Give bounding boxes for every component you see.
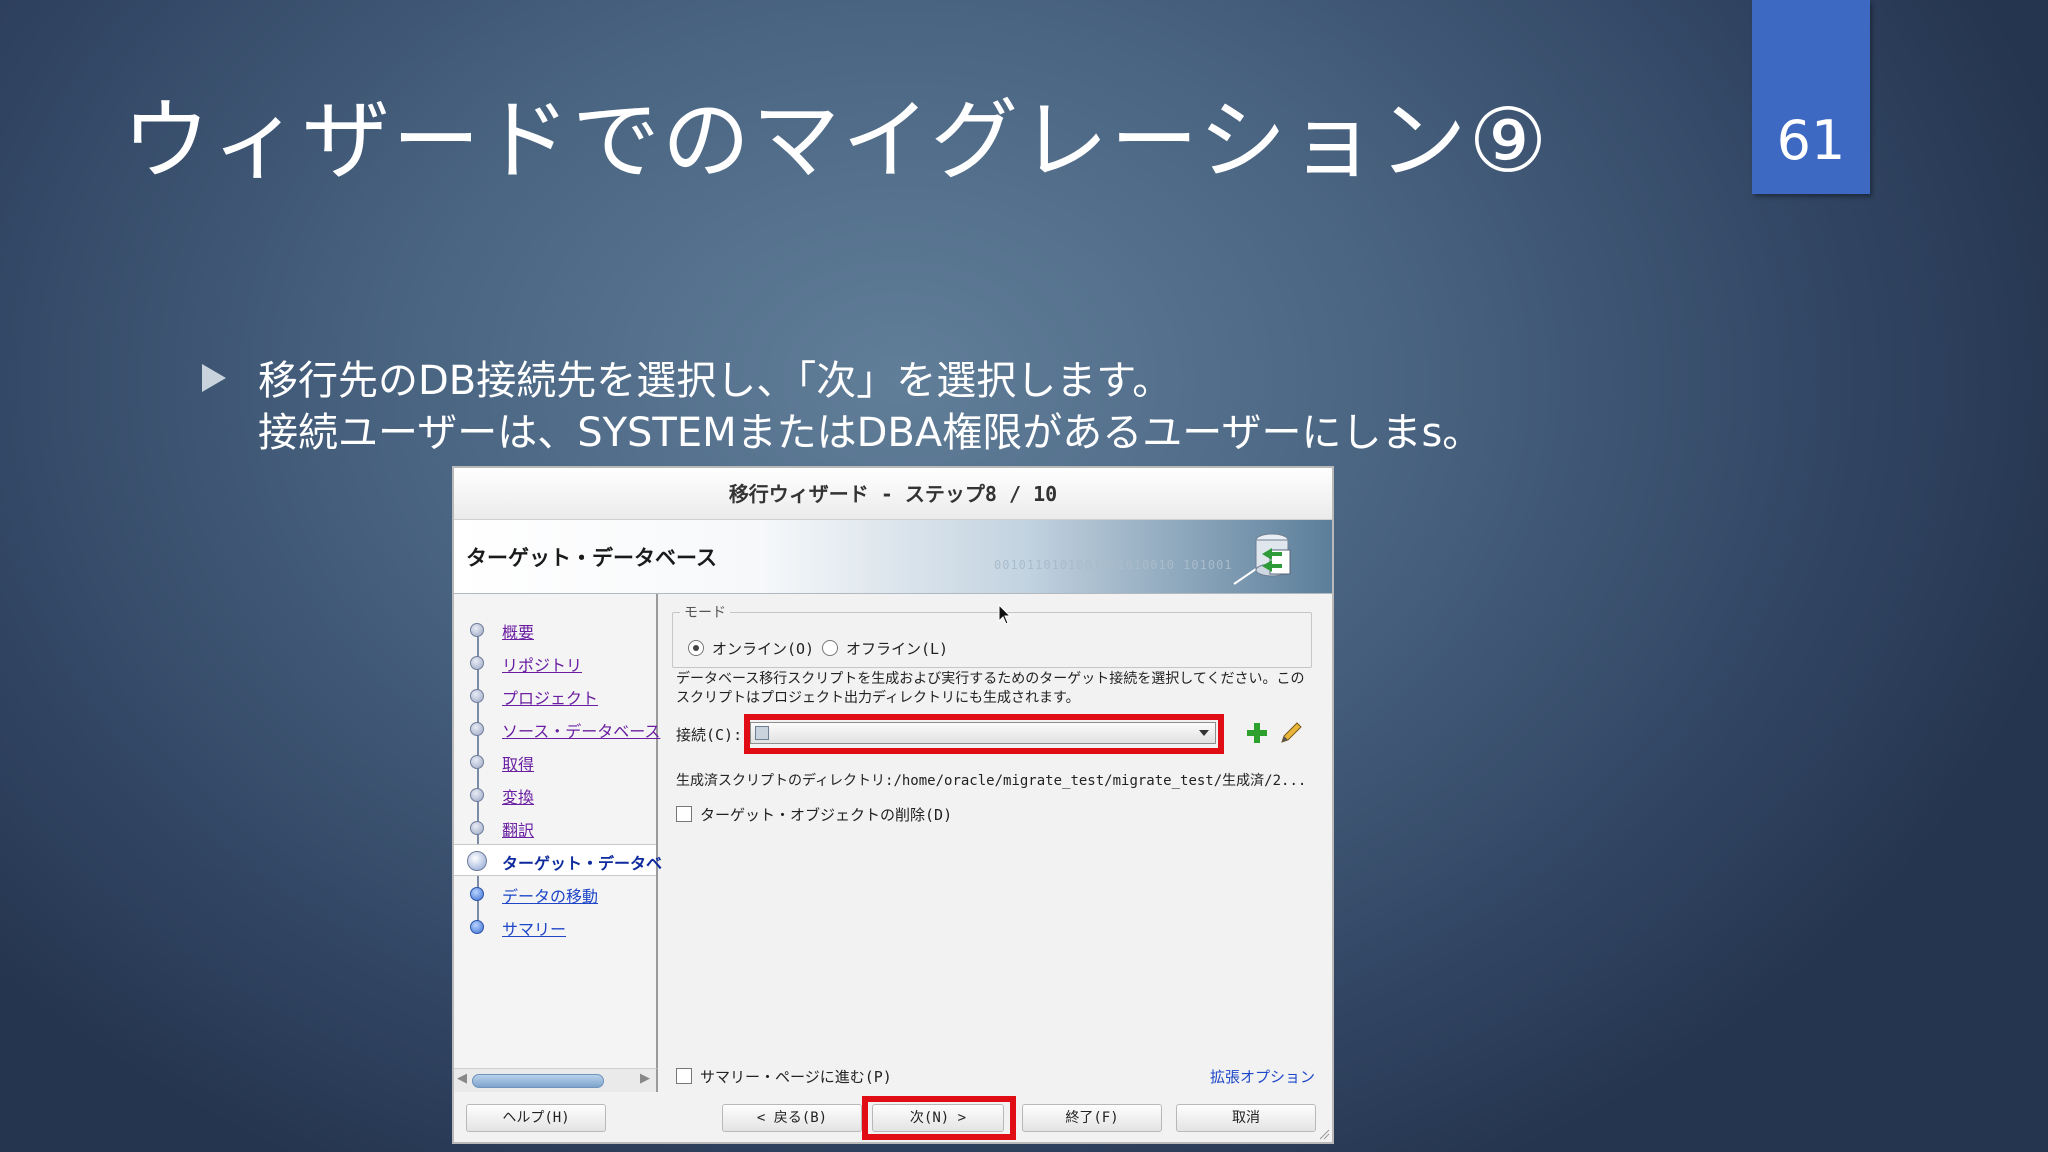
nav-item-overview[interactable]: 概要: [454, 614, 656, 646]
step-node-icon: [470, 656, 484, 670]
header-band: ターゲット・データベース 0010110101001011010010 1010…: [454, 520, 1332, 594]
nav-item-label: データの移動: [502, 887, 599, 906]
nav-horizontal-scrollbar[interactable]: ◀ ▶: [454, 1068, 658, 1092]
nav-item-translate[interactable]: 翻訳: [454, 812, 656, 844]
bullet-text-line-2: 接続ユーザーは、SYSTEMまたはDBA権限があるユーザーにしまs。: [258, 410, 1483, 456]
mouse-cursor-icon: [998, 604, 1012, 625]
page-number: 61: [1776, 109, 1846, 172]
highlight-next-box: [862, 1096, 1016, 1140]
back-button[interactable]: < 戻る(B): [722, 1104, 862, 1132]
slide-title: ウィザードでのマイグレーション⑨: [122, 89, 1550, 192]
nav-item-repository[interactable]: リポジトリ: [454, 647, 656, 679]
offline-radio-label[interactable]: オフライン(L): [846, 638, 948, 659]
step-node-icon: [470, 920, 484, 934]
bullet-text-line-1: 移行先のDB接続先を選択し、「次」を選択します。: [258, 358, 1173, 404]
scroll-left-arrow-icon[interactable]: ◀: [457, 1071, 467, 1086]
advanced-options-link[interactable]: 拡張オプション: [1210, 1066, 1315, 1087]
nav-item-label: 変換: [502, 788, 535, 807]
page-number-box: 61: [1752, 0, 1870, 194]
nav-item-data-move[interactable]: データの移動: [454, 878, 656, 910]
step-node-icon: [470, 821, 484, 835]
drop-target-objects-checkbox[interactable]: [676, 806, 692, 822]
online-radio-label[interactable]: オンライン(O): [712, 638, 814, 659]
step-node-icon: [470, 689, 484, 703]
nav-item-label: ソース・データベース: [502, 722, 661, 741]
cancel-button[interactable]: 取消: [1176, 1104, 1316, 1132]
header-title: ターゲット・データベース: [466, 546, 717, 570]
step-node-icon: [470, 623, 484, 637]
nav-item-convert[interactable]: 変換: [454, 779, 656, 811]
generated-script-directory: 生成済スクリプトのディレクトリ:/home/oracle/migrate_tes…: [676, 773, 1307, 789]
window-title: 移行ウィザード - ステップ8 / 10: [454, 468, 1332, 520]
add-connection-icon[interactable]: [1244, 720, 1270, 746]
step-navigation: 概要 リポジトリ プロジェクト ソース・データベース 取得 変換 翻訳 ターゲッ…: [454, 594, 662, 1074]
step-node-icon: [470, 887, 484, 901]
help-button[interactable]: ヘルプ(H): [466, 1104, 606, 1132]
skip-to-summary-checkbox[interactable]: [676, 1068, 692, 1084]
nav-item-label: リポジトリ: [502, 656, 583, 675]
nav-item-label: プロジェクト: [502, 689, 599, 708]
step-node-icon: [467, 851, 487, 871]
nav-item-label: 翻訳: [502, 821, 535, 840]
migration-wizard-window: 移行ウィザード - ステップ8 / 10 ターゲット・データベース 001011…: [452, 466, 1334, 1144]
scrollbar-thumb[interactable]: [472, 1074, 604, 1088]
resize-grip-icon[interactable]: [1318, 1128, 1330, 1140]
scroll-right-arrow-icon[interactable]: ▶: [640, 1071, 650, 1086]
highlight-connection-box: [744, 714, 1224, 754]
online-radio[interactable]: [688, 640, 704, 656]
nav-item-label: 概要: [502, 623, 535, 642]
nav-item-project[interactable]: プロジェクト: [454, 680, 656, 712]
edit-connection-icon[interactable]: [1278, 720, 1304, 746]
nav-item-label: 取得: [502, 755, 535, 774]
mode-group-legend: モード: [680, 602, 730, 622]
nav-item-summary[interactable]: サマリー: [454, 911, 656, 943]
nav-item-label: サマリー: [502, 920, 567, 939]
drop-target-objects-label[interactable]: ターゲット・オブジェクトの削除(D): [700, 804, 952, 825]
nav-item-label: ターゲット・データベ: [502, 854, 663, 873]
nav-item-target-database[interactable]: ターゲット・データベ: [454, 844, 662, 876]
skip-to-summary-label[interactable]: サマリー・ページに進む(P): [700, 1066, 892, 1087]
connection-description: データベース移行スクリプトを生成および実行するためのターゲット接続を選択してくだ…: [676, 671, 1305, 706]
offline-radio[interactable]: [822, 640, 838, 656]
step-node-icon: [470, 755, 484, 769]
finish-button[interactable]: 終了(F): [1022, 1104, 1162, 1132]
nav-item-capture[interactable]: 取得: [454, 746, 656, 778]
bullet-arrow-icon: [202, 364, 226, 392]
header-binary-text: 0010110101001011010010 101001: [994, 558, 1233, 572]
database-migration-icon: [1233, 533, 1291, 585]
nav-item-source-database[interactable]: ソース・データベース: [454, 713, 660, 745]
connection-label: 接続(C):: [676, 726, 743, 744]
step-node-icon: [470, 788, 484, 802]
step-node-icon: [470, 722, 484, 736]
